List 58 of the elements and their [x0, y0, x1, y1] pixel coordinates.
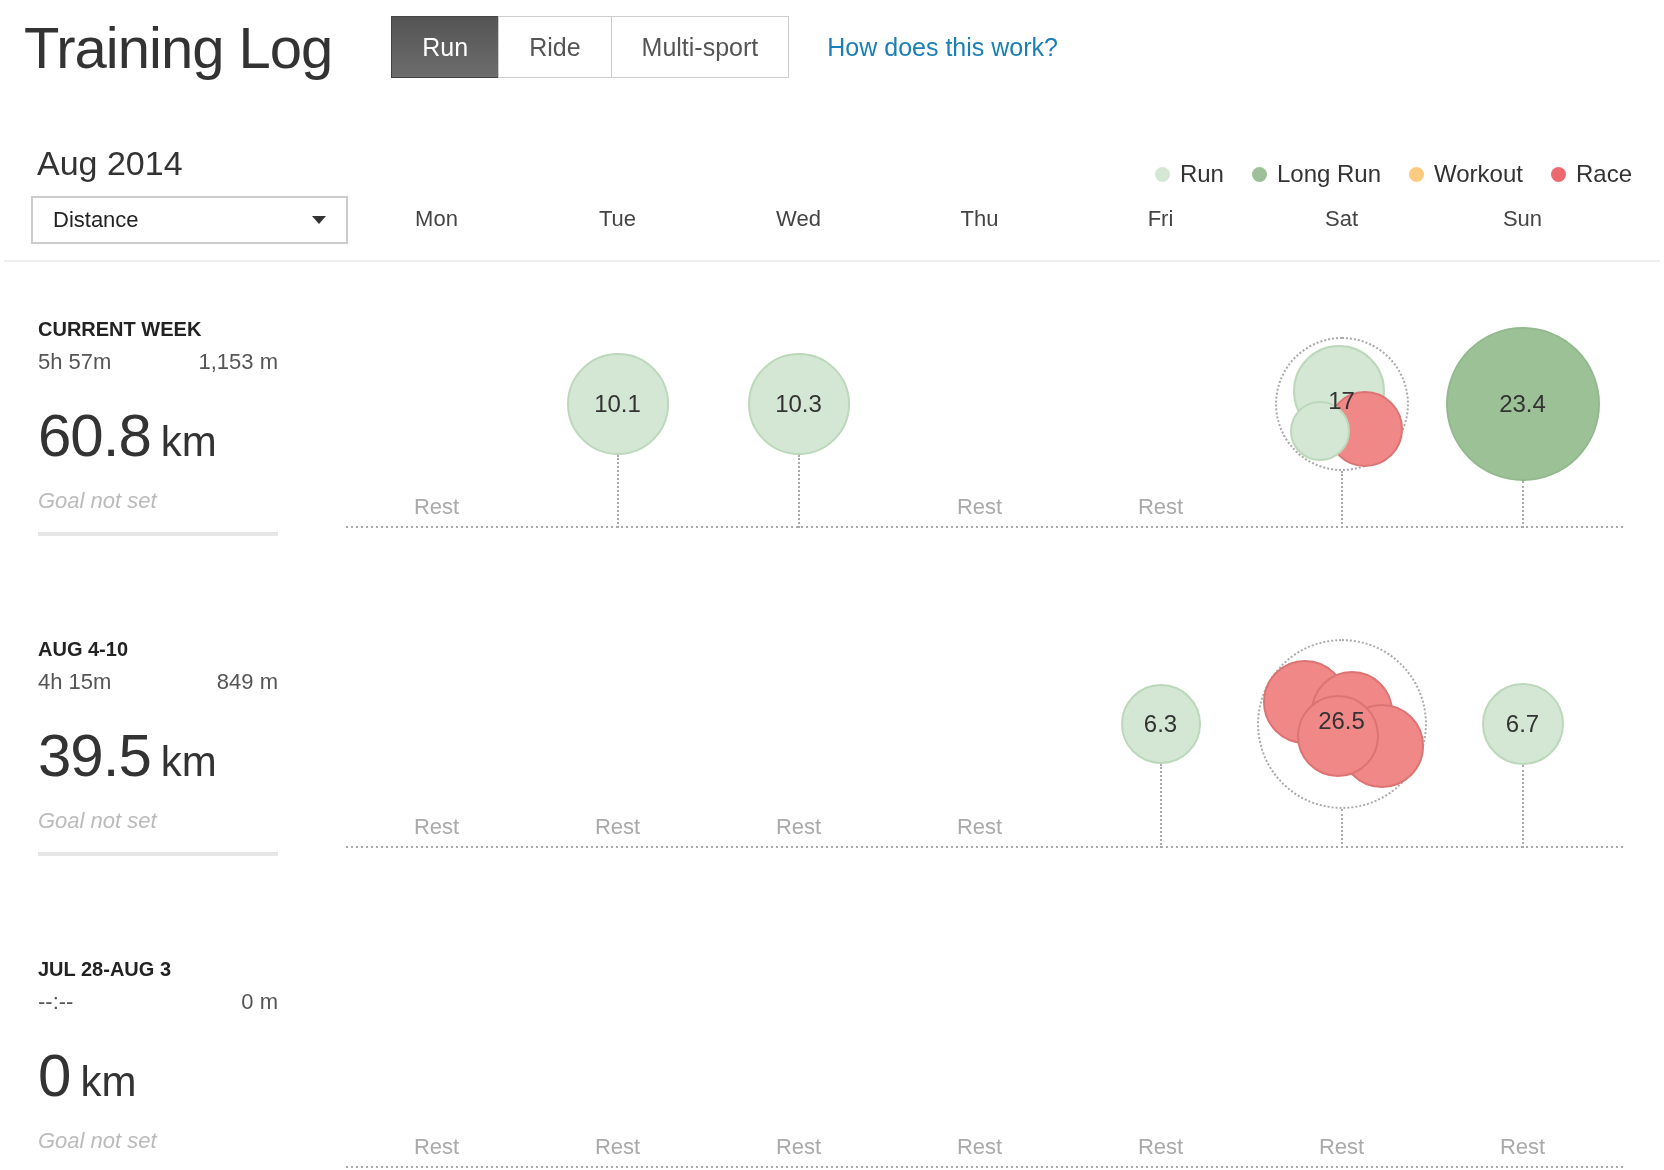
month-title: Aug 2014	[37, 144, 184, 183]
rest-label: Rest	[413, 494, 460, 520]
day-heading: Mon	[414, 206, 459, 232]
sport-tab[interactable]: Multi-sport	[610, 16, 790, 78]
rest-label: Rest	[775, 814, 822, 840]
goal-text: Goal not set	[38, 808, 159, 834]
rest-label: Rest	[594, 1134, 641, 1160]
day-heading: Tue	[597, 206, 638, 232]
sport-tab[interactable]: Ride	[498, 16, 612, 78]
caret-icon	[312, 216, 326, 224]
week-label: JUL 28-AUG 3	[38, 958, 172, 981]
week-elevation: 1,153 m	[198, 349, 278, 375]
rest-label: Rest	[1499, 1134, 1546, 1160]
activity-bubble[interactable]: 10.1	[566, 353, 669, 455]
week-label: CURRENT WEEK	[38, 318, 203, 341]
week-time: 5h 57m	[38, 349, 112, 375]
week-distance: 39.5	[38, 721, 151, 790]
distance-label: 26.5	[1318, 707, 1365, 736]
day-heading: Fri	[1146, 206, 1175, 232]
rest-label: Rest	[956, 494, 1003, 520]
goal-text: Goal not set	[38, 488, 159, 514]
distance-unit: km	[160, 418, 217, 466]
week-distance: 60.8	[38, 401, 151, 470]
goal-text: Goal not set	[38, 1128, 159, 1154]
help-link[interactable]: How does this work?	[827, 32, 1058, 62]
week-time: --:--	[38, 989, 74, 1015]
week-label: AUG 4-10	[38, 638, 130, 661]
week-time: 4h 15m	[38, 669, 112, 695]
week-elevation: 849 m	[216, 669, 278, 695]
week-distance: 0	[38, 1041, 71, 1110]
distance-unit: km	[160, 738, 217, 786]
metric-dropdown[interactable]: Distance	[31, 196, 348, 244]
week-elevation: 0 m	[241, 989, 278, 1015]
page-title: Training Log	[24, 13, 333, 81]
rest-label: Rest	[594, 814, 641, 840]
legend-label: Race	[1575, 160, 1632, 188]
rest-label: Rest	[956, 1134, 1003, 1160]
rest-label: Rest	[1137, 494, 1184, 520]
rest-label: Rest	[413, 1134, 460, 1160]
legend-label: Workout	[1434, 160, 1523, 188]
activity-cluster[interactable]: 26.5	[1256, 639, 1427, 809]
activity-bubble[interactable]: 6.3	[1120, 684, 1201, 764]
activity-bubble[interactable]: 23.4	[1445, 327, 1600, 481]
rest-label: Rest	[775, 1134, 822, 1160]
rest-label: Rest	[1137, 1134, 1184, 1160]
legend-label: Run	[1179, 160, 1224, 188]
rest-label: Rest	[956, 814, 1003, 840]
rest-label: Rest	[413, 814, 460, 840]
legend-label: Long Run	[1276, 160, 1382, 188]
day-heading: Thu	[959, 206, 1000, 232]
day-heading: Sat	[1324, 206, 1359, 232]
sport-tab[interactable]: Run	[391, 16, 500, 78]
rest-label: Rest	[1318, 1134, 1365, 1160]
day-heading: Sun	[1501, 206, 1544, 232]
activity-bubble[interactable]: 10.3	[747, 353, 850, 455]
day-heading: Wed	[775, 206, 822, 232]
activity-bubble[interactable]: 6.7	[1481, 683, 1564, 765]
distance-unit: km	[80, 1058, 137, 1106]
